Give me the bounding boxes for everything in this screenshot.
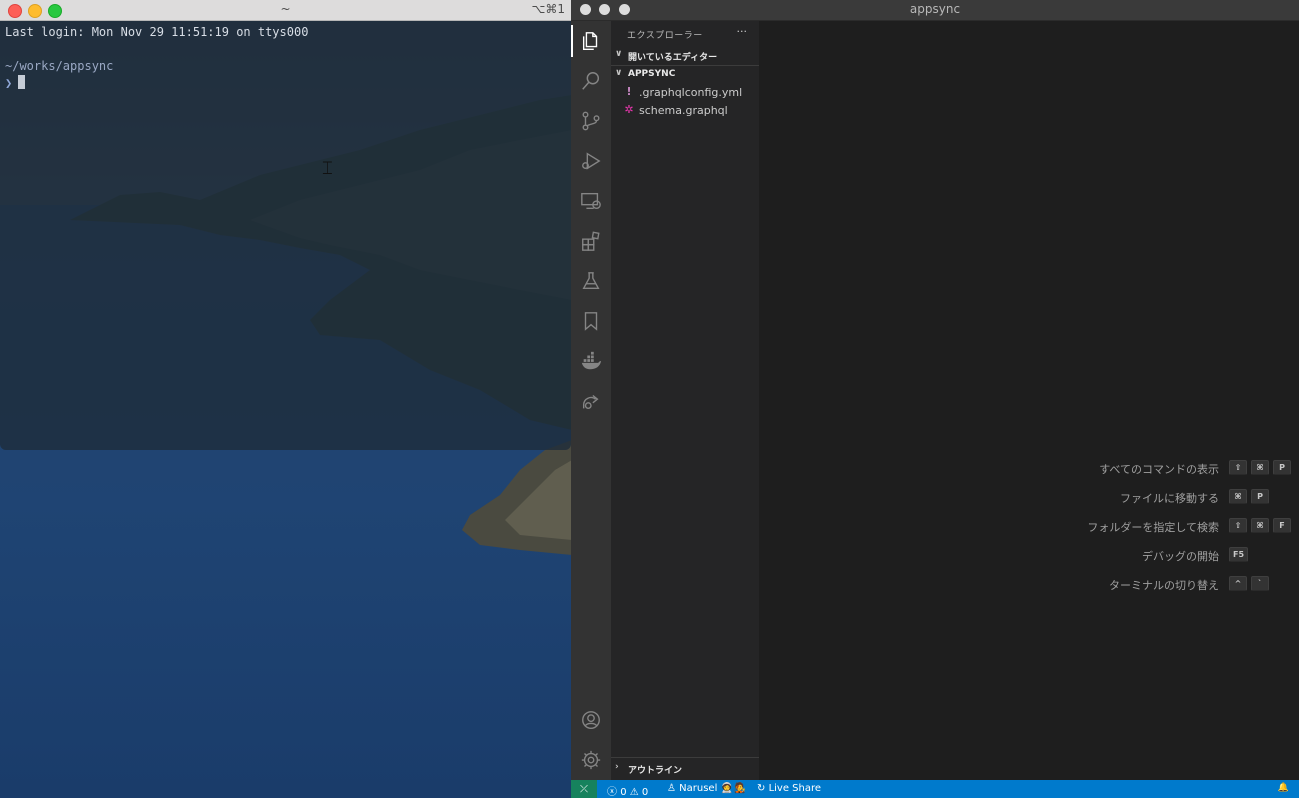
remote-explorer-icon[interactable] [571, 181, 611, 221]
account-icon[interactable] [571, 700, 611, 740]
warning-icon: ⚠ [629, 787, 639, 798]
live-share-icon: ↻ [757, 783, 766, 794]
notifications-bell-icon[interactable]: 🔔 [1278, 783, 1289, 793]
chevron-down-icon: ∨ [615, 49, 623, 59]
key-cap: ` [1251, 576, 1269, 591]
bookmarks-icon[interactable] [571, 301, 611, 341]
graphql-file-icon: ✲ [624, 103, 634, 116]
terminal-window[interactable]: ~ ⌥⌘1 Last login: Mon Nov 29 11:51:19 on… [0, 0, 571, 450]
account-status[interactable]: ♙ Narusel 🧑‍🚀🧑‍🎤 [667, 783, 745, 794]
file-name: schema.graphql [639, 104, 728, 117]
explorer-header: エクスプローラー ··· [611, 21, 759, 47]
key-cap: P [1251, 489, 1269, 504]
live-share-status[interactable]: ↻ Live Share [757, 783, 821, 794]
file-item-schema-graphql[interactable]: ✲ schema.graphql [611, 102, 759, 120]
prompt-symbol: ❯ [5, 76, 13, 90]
vscode-titlebar[interactable]: appsync [571, 0, 1299, 21]
warning-count: 0 [641, 787, 649, 798]
shortcut-label: すべてのコマンドの表示 [1099, 463, 1219, 476]
terminal-title: ~ [280, 2, 291, 16]
activity-bar [571, 21, 611, 780]
window-title: appsync [909, 2, 961, 16]
shortcut-label: ターミナルの切り替え [1109, 579, 1219, 592]
terminal-titlebar[interactable]: ~ ⌥⌘1 [0, 0, 571, 21]
live-share-label: Live Share [768, 783, 822, 794]
terminal-output[interactable]: Last login: Mon Nov 29 11:51:19 on ttys0… [0, 21, 571, 95]
folder-label: APPSYNC [628, 69, 676, 79]
key-cap: ⌘ [1229, 489, 1247, 504]
file-name: .graphqlconfig.yml [639, 86, 743, 99]
shortcut-go-to-file[interactable]: ファイルに移動する ⌘ P [1059, 488, 1299, 517]
search-icon[interactable] [571, 61, 611, 101]
extensions-icon[interactable] [571, 221, 611, 261]
shortcut-label: フォルダーを指定して検索 [1087, 521, 1219, 534]
account-name: Narusel 🧑‍🚀🧑‍🎤 [679, 783, 746, 794]
explorer-title: エクスプローラー [627, 31, 703, 41]
folder-section-appsync[interactable]: ∨ APPSYNC [611, 65, 759, 84]
welcome-shortcuts: すべてのコマンドの表示 ⇧ ⌘ P ファイルに移動する ⌘ P フォルダーを指定… [1059, 459, 1299, 604]
problems-indicator[interactable]: ⓧ 0 ⚠ 0 [607, 783, 648, 798]
text-cursor [18, 75, 26, 89]
docker-icon[interactable] [571, 341, 611, 381]
vscode-window[interactable]: appsync エクスプローラー ··· ∨ 開いているエディター ∨ APPS… [571, 0, 1299, 798]
open-editors-label: 開いているエディター [628, 53, 718, 63]
more-actions-icon[interactable]: ··· [737, 25, 748, 38]
key-cap: ⇧ [1229, 518, 1247, 533]
key-cap: ^ [1229, 576, 1247, 591]
outline-section[interactable]: › アウトライン [611, 757, 759, 778]
testing-icon[interactable] [571, 261, 611, 301]
open-editors-section[interactable]: ∨ 開いているエディター [611, 47, 759, 65]
chevron-right-icon: › [615, 762, 619, 772]
source-control-icon[interactable] [571, 101, 611, 141]
last-login-line: Last login: Mon Nov 29 11:51:19 on ttys0… [5, 25, 309, 39]
key-cap: ⌘ [1251, 460, 1269, 475]
run-debug-icon[interactable] [571, 141, 611, 181]
key-cap: F [1273, 518, 1291, 533]
ibeam-cursor-icon: ⌶ [322, 158, 333, 179]
error-count: 0 [620, 787, 627, 798]
files-icon[interactable] [571, 21, 611, 61]
explorer-sidebar: エクスプローラー ··· ∨ 開いているエディター ∨ APPSYNC ! .g… [611, 21, 759, 780]
live-share-icon[interactable] [571, 381, 611, 421]
terminal-shortcut: ⌥⌘1 [531, 2, 565, 16]
shortcut-label: デバッグの開始 [1142, 550, 1219, 563]
key-cap: P [1273, 460, 1291, 475]
shortcut-toggle-terminal[interactable]: ターミナルの切り替え ^ ` [1059, 575, 1299, 604]
shortcut-find-in-files[interactable]: フォルダーを指定して検索 ⇧ ⌘ F [1059, 517, 1299, 546]
remote-indicator-icon[interactable]: ⤫ [571, 780, 597, 798]
shortcut-start-debugging[interactable]: デバッグの開始 F5 [1059, 546, 1299, 575]
key-cap: ⌘ [1251, 518, 1269, 533]
shortcut-show-all-commands[interactable]: すべてのコマンドの表示 ⇧ ⌘ P [1059, 459, 1299, 488]
key-cap: F5 [1229, 547, 1249, 562]
manage-gear-icon[interactable] [571, 740, 611, 780]
error-icon: ⓧ [607, 787, 617, 798]
yaml-file-icon: ! [626, 85, 632, 98]
editor-area[interactable]: すべてのコマンドの表示 ⇧ ⌘ P ファイルに移動する ⌘ P フォルダーを指定… [759, 21, 1299, 780]
person-icon: ♙ [667, 783, 676, 794]
shortcut-label: ファイルに移動する [1120, 492, 1219, 505]
file-item-graphqlconfig[interactable]: ! .graphqlconfig.yml [611, 84, 759, 102]
outline-label: アウトライン [628, 766, 683, 776]
chevron-down-icon: ∨ [615, 68, 623, 78]
cwd-path: ~/works/appsync [5, 59, 114, 73]
status-bar: ⤫ ⓧ 0 ⚠ 0 ♙ Narusel 🧑‍🚀🧑‍🎤 ↻ Live Share … [571, 780, 1299, 798]
key-cap: ⇧ [1229, 460, 1247, 475]
